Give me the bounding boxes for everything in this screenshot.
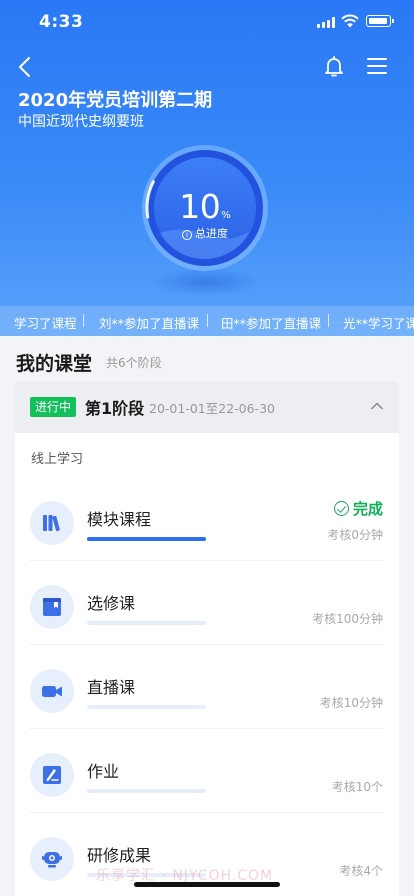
course-requirement: 考核10分钟 xyxy=(319,696,383,710)
course-progress-bar xyxy=(87,621,206,625)
progress-percent: 10% xyxy=(140,187,270,226)
activity-ticker: 学习了课程 刘**参加了直播课 田**参加了直播课 光**学习了课 xyxy=(0,306,414,336)
ticker-item: 刘**参加了直播课 xyxy=(99,316,200,331)
course-name: 作业 xyxy=(87,762,120,781)
course-requirement: 考核10个 xyxy=(331,780,383,794)
ticker-item: 光**学习了课 xyxy=(343,316,414,331)
stage-header[interactable]: 进行中 第1阶段 20-01-01至22-06-30 xyxy=(15,381,399,433)
course-progress-bar xyxy=(87,789,206,793)
elective-book-icon xyxy=(30,585,74,629)
progress-unit: % xyxy=(221,210,231,221)
stage-name: 第1阶段 xyxy=(85,399,145,418)
course-name: 直播课 xyxy=(87,678,136,697)
section-title: 我的课堂 xyxy=(16,353,93,375)
course-progress-bar xyxy=(87,537,206,541)
course-item-live[interactable]: 直播课 考核10分钟 xyxy=(15,645,399,729)
back-chevron-icon[interactable] xyxy=(14,55,38,79)
course-requirement: 考核100分钟 xyxy=(312,612,383,626)
status-time: 4:33 xyxy=(39,12,84,32)
home-indicator[interactable] xyxy=(134,882,280,887)
video-camera-icon xyxy=(30,669,74,713)
homework-pencil-icon xyxy=(30,753,74,797)
chevron-up-icon[interactable] xyxy=(370,399,384,413)
robot-icon xyxy=(30,837,74,881)
completed-status: 完成 xyxy=(333,498,383,519)
progress-label-text: 总进度 xyxy=(195,227,228,240)
info-icon[interactable]: i xyxy=(182,230,192,240)
course-progress-bar xyxy=(87,705,206,709)
course-item-homework[interactable]: 作业 考核10个 xyxy=(15,729,399,813)
course-list: 线上学习 模块课程 完成 考核0分钟 选修课 考核100分钟 直播课 考核10分… xyxy=(15,433,399,896)
page-subtitle: 中国近现代史纲要班 xyxy=(18,114,144,130)
page-title: 2020年党员培训第二期 xyxy=(18,90,213,111)
status-badge: 进行中 xyxy=(30,397,77,417)
online-learning-label: 线上学习 xyxy=(31,452,84,467)
check-circle-icon xyxy=(333,501,349,516)
course-name: 选修课 xyxy=(87,594,136,613)
course-requirement: 考核0分钟 xyxy=(327,528,383,542)
bell-icon[interactable] xyxy=(322,54,346,78)
course-requirement: 考核4个 xyxy=(339,864,383,878)
ticker-divider xyxy=(83,314,84,327)
course-item-elective[interactable]: 选修课 考核100分钟 xyxy=(15,561,399,645)
battery-icon xyxy=(366,15,394,27)
progress-label: i 总进度 xyxy=(140,225,270,241)
ticker-divider xyxy=(207,314,208,327)
section-count: 共6个阶段 xyxy=(106,356,162,370)
books-icon xyxy=(30,501,74,545)
progress-number: 10 xyxy=(179,187,221,226)
ticker-divider xyxy=(328,314,329,327)
course-name: 模块课程 xyxy=(87,510,152,529)
ticker-item: 学习了课程 xyxy=(14,316,77,331)
signal-icon xyxy=(317,17,335,28)
course-item-module[interactable]: 模块课程 完成 考核0分钟 xyxy=(15,477,399,561)
menu-icon[interactable] xyxy=(366,56,388,76)
stage-dates: 20-01-01至22-06-30 xyxy=(149,401,275,416)
wifi-icon xyxy=(341,14,359,28)
status-bar: 4:33 xyxy=(0,0,414,44)
ticker-item: 田**参加了直播课 xyxy=(221,316,322,331)
course-name: 研修成果 xyxy=(87,846,152,865)
